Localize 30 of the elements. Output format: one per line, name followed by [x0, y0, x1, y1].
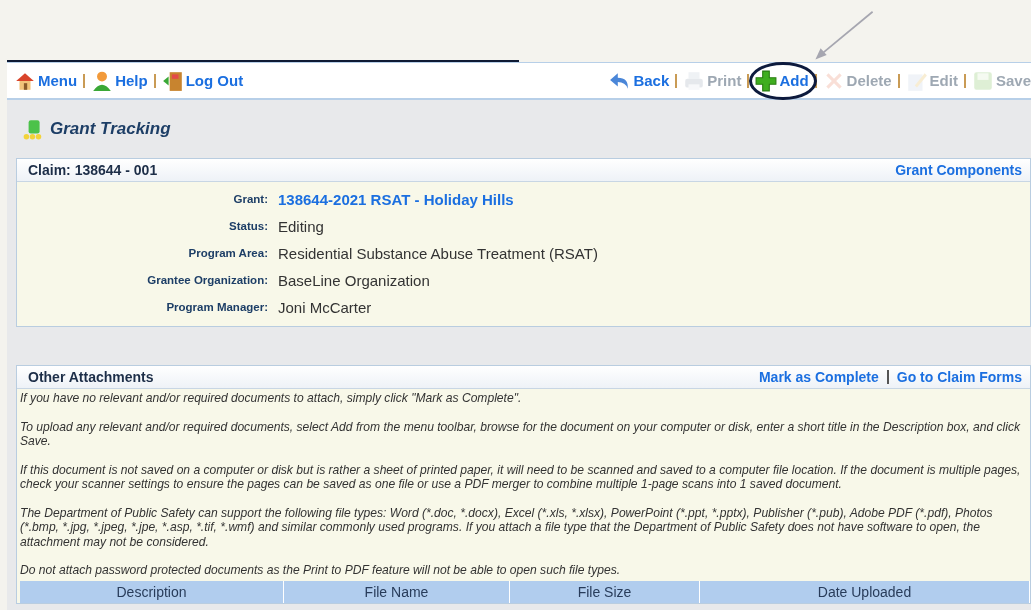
column-header[interactable]: File Name [284, 580, 510, 603]
panel-title: Other Attachments [28, 369, 154, 385]
instruction-text: Do not attach password protected documents as the Print to PDF feature will not be able to open such file types. [20, 563, 622, 578]
instruction-text: To upload any relevant and/or required documents, select Add from the menu toolbar, browse for the document on your computer or disk, enter a short title in the Description box, and click Save. [20, 419, 1022, 449]
field-label: Grant: [233, 192, 268, 207]
field-label: Status: [229, 219, 268, 234]
panel-link[interactable]: Mark as Complete [758, 369, 879, 385]
column-header[interactable]: Description [20, 580, 284, 603]
instruction-text: If this document is not saved on a computer or disk but is rather a sheet of printed paper, it will need to be scanned and saved to a computer file location. If the document is multiple pages, check your scanner settings to ensure the pages can be saved as one file or use a PDF merger to combine multiple 1-page scans into 1 saved document. [20, 462, 1022, 492]
field-value: BaseLine Organization [278, 271, 430, 290]
toolbar-link[interactable]: Back [633, 72, 670, 89]
instruction-text: The Department of Public Safety can support the following file types: Word (*.doc, *.docx), Excel (*.xls, *.xlsx), PowerPoint (*.ppt, *.pptx), Publisher (*.pub), Adobe PDF (*.pdf), Photos (*.bmp, *.jpg, *.jpeg, *.jpe, *.asp, *.tif, *.wmf) and similar commonly used programs. If you attach a file type that the Department of Public Safety does not have software to open, the attachment may not be considered. [20, 505, 994, 549]
field-value: Residential Substance Abuse Treatment (RSAT) [278, 244, 598, 263]
toolbar-link[interactable]: Log Out [185, 72, 244, 89]
field-value: Editing [278, 217, 324, 236]
field-label: Grantee Organization: [147, 273, 268, 288]
instruction-text: If you have no relevant and/or required documents to attach, simply click "Mark as Complete". [20, 391, 523, 406]
panel-link[interactable]: Go to Claim Forms [896, 369, 1022, 385]
panel-link[interactable]: Grant Components [895, 162, 1022, 178]
toolbar-link[interactable]: Menu [38, 72, 78, 89]
page-title: Grant Tracking [50, 119, 171, 139]
panel-title: Claim: 138644 - 001 [28, 162, 158, 178]
toolbar-link[interactable]: Add [779, 72, 809, 89]
field-label: Program Area: [188, 246, 268, 261]
column-header[interactable]: File Size [510, 580, 700, 603]
column-header[interactable]: Date Uploaded [700, 580, 1030, 603]
field-label: Program Manager: [166, 300, 268, 315]
grant-link[interactable]: 138644-2021 RSAT - Holiday Hills [278, 190, 514, 209]
toolbar-link[interactable]: Help [115, 72, 148, 89]
field-value: Joni McCarter [278, 298, 372, 317]
